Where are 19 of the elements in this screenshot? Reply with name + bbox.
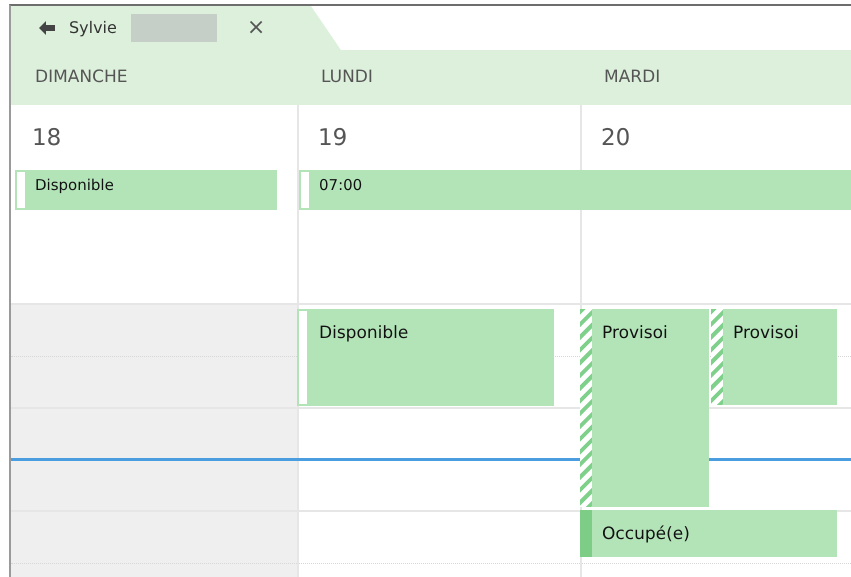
date-number: 19 [317, 124, 348, 153]
date-number: 18 [31, 124, 62, 153]
calendar-event[interactable]: Occupé(e) [580, 510, 837, 557]
calendar-event[interactable]: Disponible [15, 170, 277, 210]
calendar-event[interactable]: 07:00 [299, 170, 851, 210]
back-arrow-icon[interactable] [39, 21, 55, 35]
day-name: LUNDI [320, 66, 374, 89]
calendar-tab[interactable]: Sylvie × [11, 6, 341, 50]
day-name: DIMANCHE [34, 66, 129, 89]
status-bar [15, 170, 27, 210]
calendar-event[interactable]: Disponible [297, 309, 554, 406]
tab-name: Sylvie [69, 17, 117, 39]
day-name: MARDI [603, 66, 662, 89]
calendar-event[interactable]: Provisoi [711, 309, 837, 405]
close-button[interactable]: × [246, 17, 266, 39]
status-bar [299, 170, 311, 210]
date-number: 20 [600, 124, 632, 153]
calendar-event[interactable]: Provisoi [580, 309, 709, 507]
status-bar [580, 510, 592, 557]
